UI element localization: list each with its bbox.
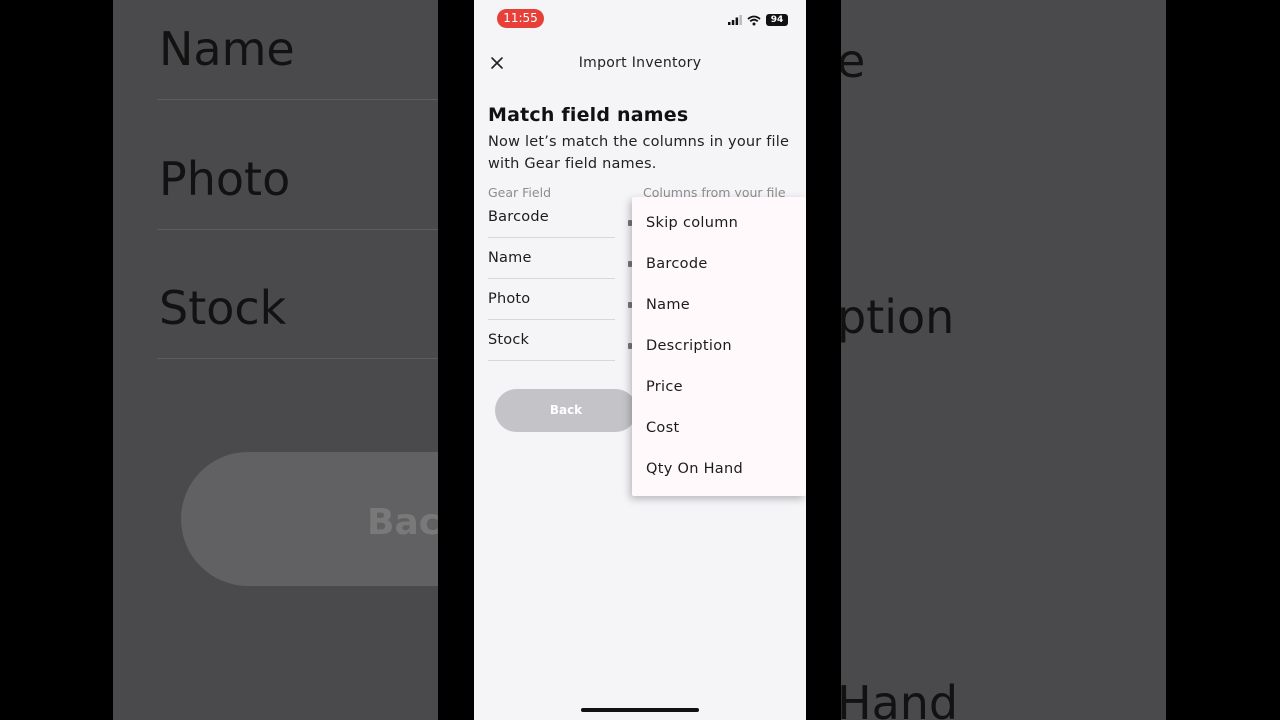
field-label: Photo: [488, 291, 531, 307]
dropdown-option-skip-column[interactable]: Skip column: [646, 215, 738, 231]
app-header: Import Inventory: [474, 44, 806, 84]
bg-label-fragment: ption: [841, 290, 955, 344]
bg-label-name: Name: [159, 22, 295, 76]
field-row-barcode: Barcode: [488, 197, 615, 238]
field-row-photo: Photo: [488, 279, 615, 320]
home-indicator[interactable]: [581, 708, 699, 712]
field-row-stock: Stock: [488, 320, 615, 361]
bg-label-photo: Photo: [159, 152, 291, 206]
bg-divider: [157, 99, 438, 100]
status-icons: 94: [728, 13, 788, 27]
dropdown-option-barcode[interactable]: Barcode: [646, 256, 708, 272]
field-label: Barcode: [488, 209, 549, 225]
back-button[interactable]: Back: [495, 389, 637, 432]
bg-label-fragment: Hand: [841, 676, 959, 720]
dropdown-option-qty-on-hand[interactable]: Qty On Hand: [646, 461, 743, 477]
header-title: Import Inventory: [578, 55, 702, 71]
dropdown-option-description[interactable]: Description: [646, 338, 732, 354]
bg-divider: [157, 229, 438, 230]
page-title: Match field names: [488, 104, 689, 126]
background-right-zoom: e ption Hand: [841, 0, 1166, 720]
phone-screen: 11:55 94 Import Inventory Match field na…: [474, 0, 806, 720]
bg-back-label: Back: [367, 502, 438, 543]
dropdown-option-cost[interactable]: Cost: [646, 420, 679, 436]
column-dropdown-menu: Skip column Barcode Name Description Pri…: [632, 197, 806, 496]
bg-divider: [157, 358, 438, 359]
dropdown-option-name[interactable]: Name: [646, 297, 690, 313]
background-left-zoom: Name Photo Stock Back: [113, 0, 438, 720]
bg-label-fragment: e: [841, 34, 866, 88]
field-label: Stock: [488, 332, 530, 348]
page-subtitle: Now let’s match the columns in your file…: [488, 134, 790, 172]
signal-icon: [728, 15, 742, 25]
wifi-icon: [747, 15, 761, 25]
dropdown-option-price[interactable]: Price: [646, 379, 683, 395]
field-label: Name: [488, 250, 532, 266]
battery-icon: 94: [766, 14, 788, 26]
bg-label-stock: Stock: [159, 281, 287, 335]
status-bar: 11:55 94: [474, 0, 806, 40]
bg-back-button: Back: [181, 452, 438, 586]
status-time: 11:55: [497, 9, 544, 28]
field-row-name: Name: [488, 238, 615, 279]
